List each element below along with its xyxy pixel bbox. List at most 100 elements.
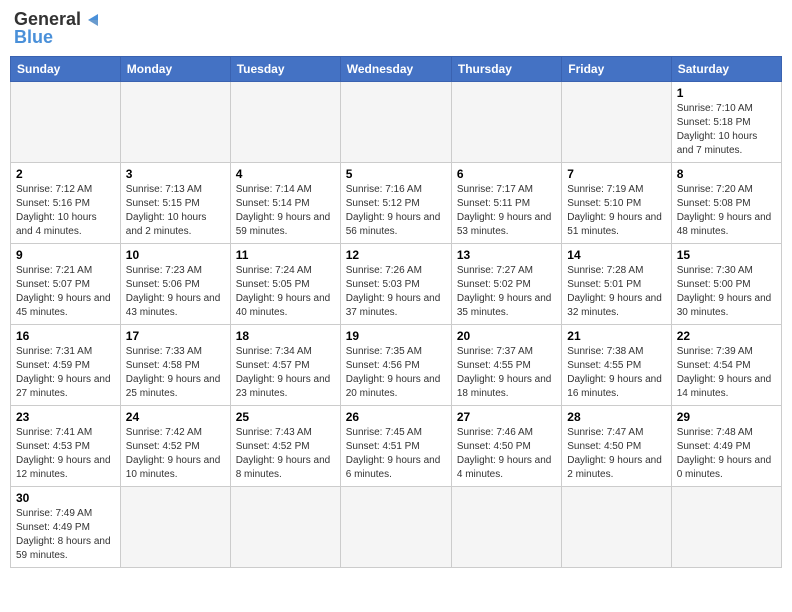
calendar-cell: 7 Sunrise: 7:19 AM Sunset: 5:10 PM Daylig… <box>562 162 671 243</box>
day-number: 11 <box>236 248 335 262</box>
header: General Blue <box>10 10 782 48</box>
day-number: 12 <box>346 248 446 262</box>
calendar-cell: 4Sunrise: 7:14 AM Sunset: 5:14 PM Daylig… <box>230 162 340 243</box>
calendar-cell: 5 Sunrise: 7:16 AM Sunset: 5:12 PM Daylig… <box>340 162 451 243</box>
day-number: 26 <box>346 410 446 424</box>
weekday-header-saturday: Saturday <box>671 56 781 81</box>
day-info: Sunrise: 7:17 AM Sunset: 5:11 PM Dayligh… <box>457 183 556 239</box>
calendar-cell: 18 Sunrise: 7:34 AM Sunset: 4:57 PM Dayli… <box>230 324 340 405</box>
calendar-cell <box>340 486 451 567</box>
day-info: Sunrise: 7:34 AM Sunset: 4:57 PM Dayligh… <box>236 345 335 401</box>
calendar-cell: 8 Sunrise: 7:20 AM Sunset: 5:08 PM Daylig… <box>671 162 781 243</box>
day-number: 27 <box>457 410 556 424</box>
day-number: 7 <box>567 167 665 181</box>
calendar-week-row: 23 Sunrise: 7:41 AM Sunset: 4:53 PM Dayli… <box>11 405 782 486</box>
day-info: Sunrise: 7:10 AM Sunset: 5:18 PM Dayligh… <box>677 102 776 158</box>
day-info: Sunrise: 7:27 AM Sunset: 5:02 PM Dayligh… <box>457 264 556 320</box>
day-info: Sunrise: 7:49 AM Sunset: 4:49 PM Dayligh… <box>16 507 115 563</box>
day-number: 23 <box>16 410 115 424</box>
day-info: Sunrise: 7:16 AM Sunset: 5:12 PM Dayligh… <box>346 183 446 239</box>
calendar-cell: 20Sunrise: 7:37 AM Sunset: 4:55 PM Dayli… <box>451 324 561 405</box>
day-number: 13 <box>457 248 556 262</box>
day-info: Sunrise: 7:23 AM Sunset: 5:06 PM Dayligh… <box>126 264 225 320</box>
day-number: 24 <box>126 410 225 424</box>
calendar-table: SundayMondayTuesdayWednesdayThursdayFrid… <box>10 56 782 568</box>
day-number: 10 <box>126 248 225 262</box>
day-info: Sunrise: 7:24 AM Sunset: 5:05 PM Dayligh… <box>236 264 335 320</box>
day-number: 6 <box>457 167 556 181</box>
logo-bird-icon <box>84 10 104 30</box>
weekday-header-tuesday: Tuesday <box>230 56 340 81</box>
calendar-cell: 2 Sunrise: 7:12 AM Sunset: 5:16 PM Daylig… <box>11 162 121 243</box>
calendar-cell <box>230 486 340 567</box>
calendar-cell: 24 Sunrise: 7:42 AM Sunset: 4:52 PM Dayli… <box>120 405 230 486</box>
calendar-cell: 28Sunrise: 7:47 AM Sunset: 4:50 PM Dayli… <box>562 405 671 486</box>
day-info: Sunrise: 7:42 AM Sunset: 4:52 PM Dayligh… <box>126 426 225 482</box>
calendar-week-row: 9Sunrise: 7:21 AM Sunset: 5:07 PM Daylig… <box>11 243 782 324</box>
day-number: 3 <box>126 167 225 181</box>
logo-blue-text: Blue <box>14 28 53 48</box>
calendar-cell: 3 Sunrise: 7:13 AM Sunset: 5:15 PM Daylig… <box>120 162 230 243</box>
weekday-header-sunday: Sunday <box>11 56 121 81</box>
calendar-cell <box>451 81 561 162</box>
day-info: Sunrise: 7:45 AM Sunset: 4:51 PM Dayligh… <box>346 426 446 482</box>
calendar-cell: 15 Sunrise: 7:30 AM Sunset: 5:00 PM Dayli… <box>671 243 781 324</box>
calendar-cell <box>120 81 230 162</box>
calendar-week-row: 2 Sunrise: 7:12 AM Sunset: 5:16 PM Daylig… <box>11 162 782 243</box>
calendar-cell <box>340 81 451 162</box>
calendar-cell: 30 Sunrise: 7:49 AM Sunset: 4:49 PM Dayli… <box>11 486 121 567</box>
calendar-week-row: 1 Sunrise: 7:10 AM Sunset: 5:18 PM Daylig… <box>11 81 782 162</box>
day-info: Sunrise: 7:31 AM Sunset: 4:59 PM Dayligh… <box>16 345 115 401</box>
day-info: Sunrise: 7:35 AM Sunset: 4:56 PM Dayligh… <box>346 345 446 401</box>
day-number: 15 <box>677 248 776 262</box>
calendar-cell: 13 Sunrise: 7:27 AM Sunset: 5:02 PM Dayli… <box>451 243 561 324</box>
day-info: Sunrise: 7:28 AM Sunset: 5:01 PM Dayligh… <box>567 264 665 320</box>
calendar-cell <box>671 486 781 567</box>
day-number: 25 <box>236 410 335 424</box>
logo-container: General Blue <box>14 10 104 48</box>
day-info: Sunrise: 7:20 AM Sunset: 5:08 PM Dayligh… <box>677 183 776 239</box>
weekday-header-wednesday: Wednesday <box>340 56 451 81</box>
weekday-header-thursday: Thursday <box>451 56 561 81</box>
day-info: Sunrise: 7:39 AM Sunset: 4:54 PM Dayligh… <box>677 345 776 401</box>
day-info: Sunrise: 7:13 AM Sunset: 5:15 PM Dayligh… <box>126 183 225 239</box>
day-info: Sunrise: 7:43 AM Sunset: 4:52 PM Dayligh… <box>236 426 335 482</box>
day-info: Sunrise: 7:47 AM Sunset: 4:50 PM Dayligh… <box>567 426 665 482</box>
calendar-cell: 25 Sunrise: 7:43 AM Sunset: 4:52 PM Dayli… <box>230 405 340 486</box>
calendar-cell: 12 Sunrise: 7:26 AM Sunset: 5:03 PM Dayli… <box>340 243 451 324</box>
day-info: Sunrise: 7:46 AM Sunset: 4:50 PM Dayligh… <box>457 426 556 482</box>
calendar-cell <box>562 486 671 567</box>
calendar-header-row: SundayMondayTuesdayWednesdayThursdayFrid… <box>11 56 782 81</box>
calendar-cell: 9Sunrise: 7:21 AM Sunset: 5:07 PM Daylig… <box>11 243 121 324</box>
calendar-cell: 19Sunrise: 7:35 AM Sunset: 4:56 PM Dayli… <box>340 324 451 405</box>
day-info: Sunrise: 7:30 AM Sunset: 5:00 PM Dayligh… <box>677 264 776 320</box>
day-info: Sunrise: 7:48 AM Sunset: 4:49 PM Dayligh… <box>677 426 776 482</box>
day-number: 2 <box>16 167 115 181</box>
logo: General Blue <box>14 10 104 48</box>
day-number: 1 <box>677 86 776 100</box>
calendar-cell <box>451 486 561 567</box>
calendar-cell: 29Sunrise: 7:48 AM Sunset: 4:49 PM Dayli… <box>671 405 781 486</box>
day-number: 4 <box>236 167 335 181</box>
calendar-cell: 17 Sunrise: 7:33 AM Sunset: 4:58 PM Dayli… <box>120 324 230 405</box>
day-number: 18 <box>236 329 335 343</box>
day-number: 30 <box>16 491 115 505</box>
day-info: Sunrise: 7:26 AM Sunset: 5:03 PM Dayligh… <box>346 264 446 320</box>
day-info: Sunrise: 7:21 AM Sunset: 5:07 PM Dayligh… <box>16 264 115 320</box>
day-info: Sunrise: 7:37 AM Sunset: 4:55 PM Dayligh… <box>457 345 556 401</box>
calendar-cell: 23 Sunrise: 7:41 AM Sunset: 4:53 PM Dayli… <box>11 405 121 486</box>
day-info: Sunrise: 7:12 AM Sunset: 5:16 PM Dayligh… <box>16 183 115 239</box>
calendar-cell: 16 Sunrise: 7:31 AM Sunset: 4:59 PM Dayli… <box>11 324 121 405</box>
day-info: Sunrise: 7:33 AM Sunset: 4:58 PM Dayligh… <box>126 345 225 401</box>
calendar-cell <box>11 81 121 162</box>
calendar-cell: 6 Sunrise: 7:17 AM Sunset: 5:11 PM Daylig… <box>451 162 561 243</box>
calendar-cell: 27 Sunrise: 7:46 AM Sunset: 4:50 PM Dayli… <box>451 405 561 486</box>
calendar-cell: 11 Sunrise: 7:24 AM Sunset: 5:05 PM Dayli… <box>230 243 340 324</box>
day-info: Sunrise: 7:41 AM Sunset: 4:53 PM Dayligh… <box>16 426 115 482</box>
day-info: Sunrise: 7:19 AM Sunset: 5:10 PM Dayligh… <box>567 183 665 239</box>
day-number: 16 <box>16 329 115 343</box>
day-number: 5 <box>346 167 446 181</box>
day-number: 8 <box>677 167 776 181</box>
calendar-cell <box>230 81 340 162</box>
day-number: 17 <box>126 329 225 343</box>
